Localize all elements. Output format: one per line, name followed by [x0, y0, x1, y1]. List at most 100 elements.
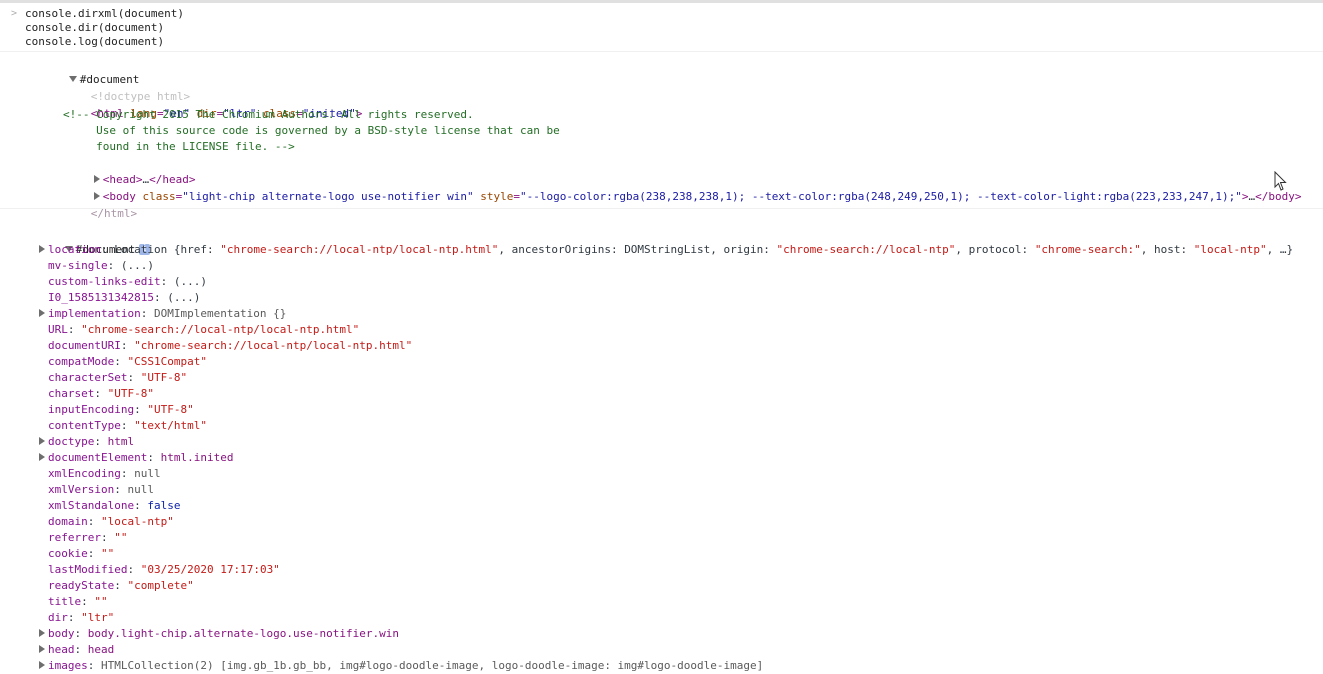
- expand-triangle-icon[interactable]: [39, 661, 45, 669]
- document-tree-root[interactable]: #document: [29, 56, 139, 86]
- property-row[interactable]: doctype: html: [39, 434, 134, 450]
- property-key: dir: [48, 611, 68, 624]
- property-value: "CSS1Compat": [127, 355, 207, 368]
- property-row: URL: "chrome-search://local-ntp/local-nt…: [48, 323, 360, 336]
- property-row: charset: "UTF-8": [48, 387, 154, 400]
- property-value: "chrome-search://local-ntp": [776, 243, 956, 256]
- property-row: xmlEncoding: null: [48, 467, 161, 480]
- property-row: characterSet: "UTF-8": [48, 371, 188, 384]
- property-key: documentURI: [48, 339, 121, 352]
- property-row: mv-single: (...): [48, 259, 154, 272]
- document-object-root[interactable]: #document i: [25, 226, 151, 256]
- html-close-node[interactable]: </html>: [51, 190, 137, 220]
- attr-name: class: [135, 190, 176, 203]
- property-value: "complete": [127, 579, 194, 592]
- property-key: doctype: [48, 435, 95, 448]
- property-key: body: [48, 627, 75, 640]
- property-row[interactable]: location: Location {href: "chrome-search…: [39, 242, 1293, 258]
- property-value: (...): [120, 259, 154, 272]
- property-row: domain: "local-ntp": [48, 515, 174, 528]
- property-key: lastModified: [48, 563, 128, 576]
- command-line: console.dirxml(document): [25, 7, 184, 20]
- property-row: xmlVersion: null: [48, 483, 154, 496]
- property-value: "": [94, 595, 108, 608]
- html-open-node[interactable]: <html lang="en" dir="ltr" class="inited"…: [51, 90, 363, 120]
- property-key: characterSet: [48, 371, 128, 384]
- expand-triangle-icon[interactable]: [39, 245, 45, 253]
- property-row[interactable]: body: body.light-chip.alternate-logo.use…: [39, 626, 399, 642]
- property-key: head: [48, 643, 75, 656]
- property-key: cookie: [48, 547, 88, 560]
- property-key: domain: [48, 515, 88, 528]
- property-key: contentType: [48, 419, 121, 432]
- property-row: cookie: "": [48, 547, 115, 560]
- comment-line: <!-- Copyright 2015 The Chromium Authors…: [63, 108, 474, 121]
- property-value: html: [107, 435, 135, 448]
- property-row[interactable]: images: HTMLCollection(2) [img.gb_1b.gb_…: [39, 658, 763, 674]
- property-value: , protocol:: [955, 243, 1035, 256]
- property-value: , ancestorOrigins: DOMStringList, origin…: [498, 243, 777, 256]
- property-key: images: [48, 659, 88, 672]
- property-value: "": [101, 547, 115, 560]
- attr-value: "light-chip alternate-logo use-notifier …: [182, 190, 474, 203]
- property-row[interactable]: documentElement: html.inited: [39, 450, 233, 466]
- property-row: title: "": [48, 595, 108, 608]
- property-key: title: [48, 595, 82, 608]
- property-value: html.inited: [160, 451, 234, 464]
- property-key: URL: [48, 323, 68, 336]
- property-row: lastModified: "03/25/2020 17:17:03": [48, 563, 280, 576]
- property-row: I0_1585131342815: (...): [48, 291, 201, 304]
- property-value: "": [114, 531, 128, 544]
- property-key: custom-links-edit: [48, 275, 161, 288]
- property-key: charset: [48, 387, 95, 400]
- head-node[interactable]: <head>…</head>: [54, 156, 195, 186]
- expand-triangle-icon[interactable]: [39, 453, 45, 461]
- property-value: "text/html": [134, 419, 207, 432]
- property-value: (...): [167, 291, 201, 304]
- property-value: "UTF-8": [107, 387, 154, 400]
- property-key: inputEncoding: [48, 403, 135, 416]
- mouse-cursor-icon: [1274, 171, 1287, 191]
- doctype-node[interactable]: <!doctype html>: [51, 73, 190, 103]
- comment-line: found in the LICENSE file. -->: [63, 140, 295, 153]
- property-row: referrer: "": [48, 531, 128, 544]
- property-row: readyState: "complete": [48, 579, 194, 592]
- property-row: dir: "ltr": [48, 611, 115, 624]
- property-row: compatMode: "CSS1Compat": [48, 355, 207, 368]
- property-row: contentType: "text/html": [48, 419, 207, 432]
- property-value: body.light-chip.alternate-logo.use-notif…: [87, 627, 400, 640]
- property-row[interactable]: head: head: [39, 642, 114, 658]
- expand-triangle-icon[interactable]: [39, 645, 45, 653]
- expand-triangle-icon[interactable]: [39, 309, 45, 317]
- property-key: I0_1585131342815: [48, 291, 154, 304]
- property-value: "local-ntp": [101, 515, 174, 528]
- attr-name: style: [473, 190, 514, 203]
- property-key: referrer: [48, 531, 101, 544]
- property-value: DOMImplementation {}: [153, 307, 287, 320]
- property-value: (...): [173, 275, 207, 288]
- property-key: readyState: [48, 579, 115, 592]
- command-line: console.dir(document): [25, 21, 165, 34]
- expand-triangle-icon[interactable]: [39, 437, 45, 445]
- property-value: "ltr": [81, 611, 115, 624]
- chevron-right-icon: >: [11, 8, 18, 19]
- comment-line: Use of this source code is governed by a…: [63, 124, 560, 137]
- property-value: "UTF-8": [140, 371, 188, 384]
- property-value: "UTF-8": [147, 403, 194, 416]
- property-value: null: [127, 483, 154, 496]
- property-row[interactable]: implementation: DOMImplementation {}: [39, 306, 286, 322]
- property-value: null: [134, 467, 161, 480]
- property-row: inputEncoding: "UTF-8": [48, 403, 194, 416]
- expand-triangle-icon[interactable]: [39, 629, 45, 637]
- property-value: , …}: [1266, 243, 1294, 256]
- property-key: mv-single: [48, 259, 108, 272]
- property-key: xmlEncoding: [48, 467, 121, 480]
- attr-value: "--logo-color:rgba(238,238,238,1); --tex…: [520, 190, 1242, 203]
- property-value: , host:: [1140, 243, 1194, 256]
- body-node[interactable]: <body class="light-chip alternate-logo u…: [54, 173, 1302, 203]
- property-key: implementation: [48, 307, 141, 320]
- property-key: xmlStandalone: [48, 499, 135, 512]
- property-value: false: [147, 499, 181, 512]
- property-key: compatMode: [48, 355, 115, 368]
- message-separator: [0, 208, 1323, 209]
